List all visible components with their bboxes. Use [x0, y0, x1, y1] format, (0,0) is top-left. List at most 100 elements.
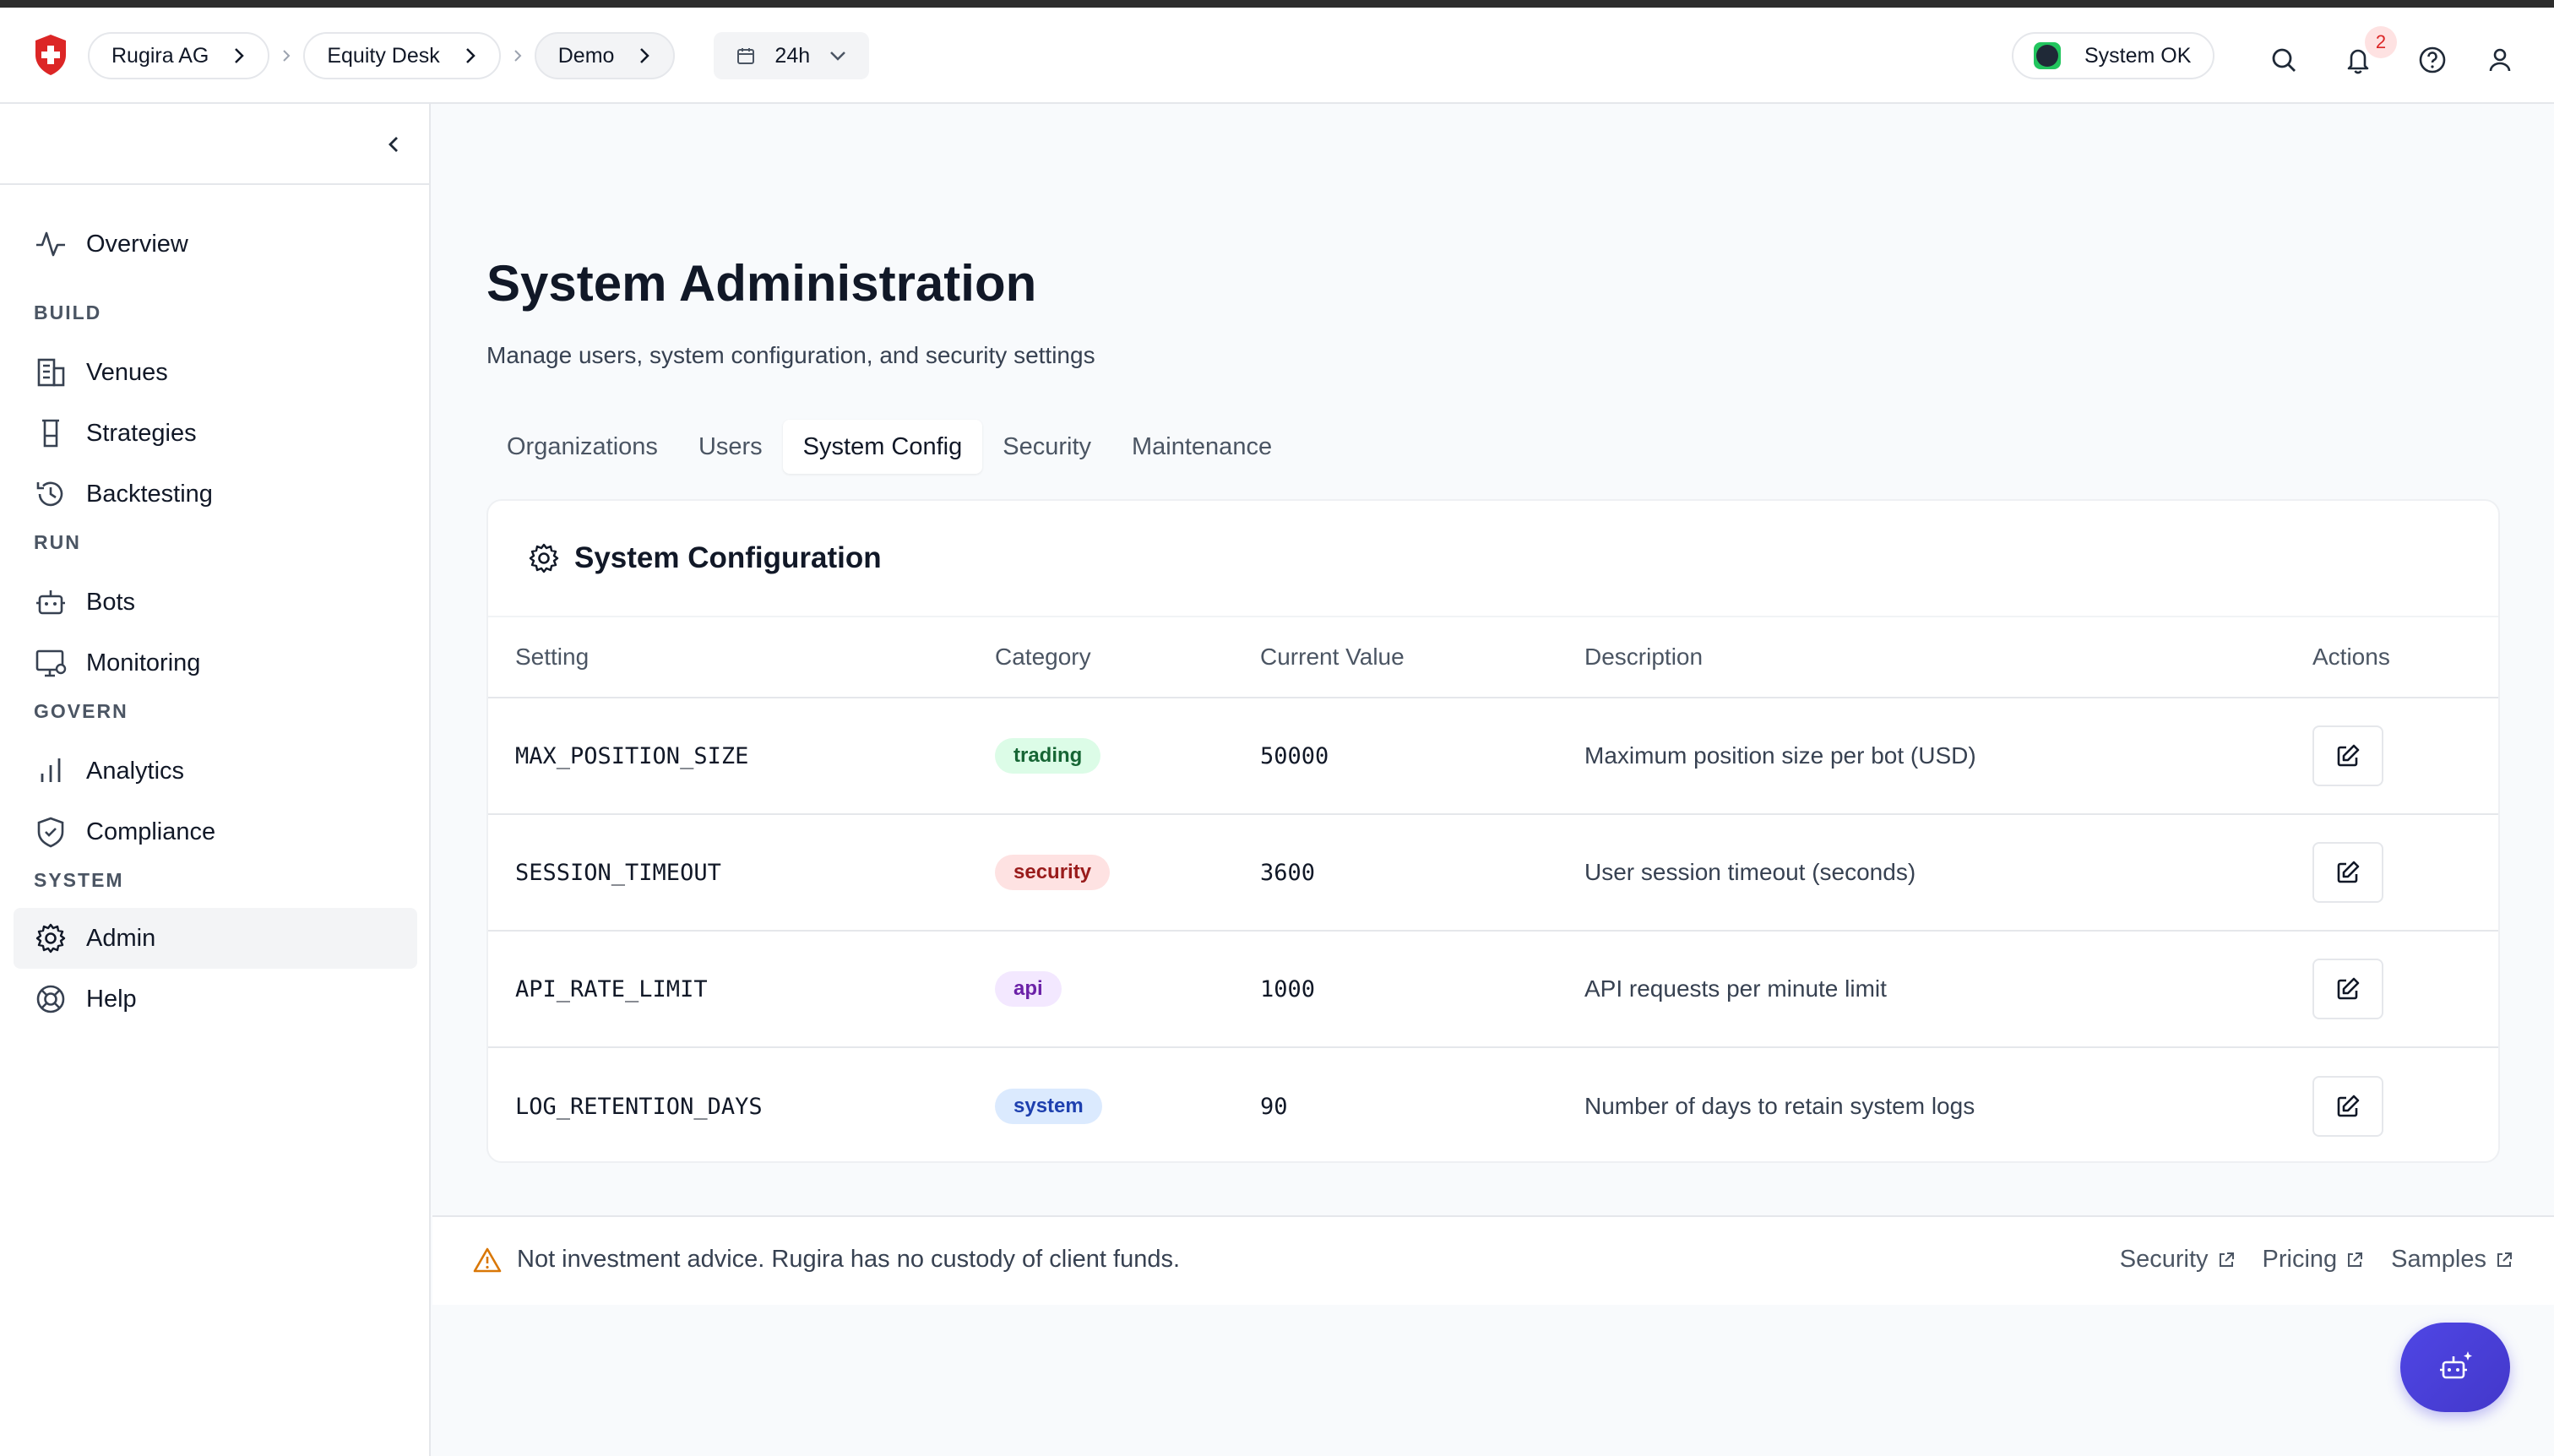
footer: Not investment advice. Rugira has no cus… — [432, 1215, 2554, 1305]
breadcrumb-env[interactable]: Demo — [534, 32, 676, 79]
edit-button[interactable] — [2312, 1076, 2383, 1137]
column-header-setting: Setting — [515, 644, 590, 670]
edit-button[interactable] — [2312, 842, 2383, 903]
tab-users[interactable]: Users — [678, 420, 783, 474]
chevron-right-icon — [465, 48, 475, 63]
tab-organizations[interactable]: Organizations — [486, 420, 678, 474]
sidebar-item-label: Compliance — [86, 818, 216, 845]
shield-check-icon — [34, 815, 68, 849]
footer-link-pricing[interactable]: Pricing — [2263, 1246, 2365, 1274]
system-status-pill[interactable]: System OK — [2012, 32, 2215, 79]
page-subtitle: Manage users, system configuration, and … — [486, 342, 1095, 368]
category-badge: trading — [995, 738, 1101, 774]
setting-key: SESSION_TIMEOUT — [515, 859, 721, 886]
table-row: SESSION_TIMEOUT security 3600 User sessi… — [488, 815, 2498, 932]
sidebar-item-bots[interactable]: Bots — [14, 572, 417, 633]
breadcrumb-env-label: Demo — [557, 43, 615, 68]
card-title: System Configuration — [574, 541, 882, 574]
breadcrumb-separator-icon — [501, 48, 535, 63]
column-header-category: Category — [995, 644, 1091, 670]
sidebar-item-compliance[interactable]: Compliance — [14, 801, 417, 862]
sidebar-item-backtesting[interactable]: Backtesting — [14, 464, 417, 524]
edit-icon — [2337, 744, 2360, 767]
sidebar-item-label: Overview — [86, 230, 188, 258]
chevron-right-icon — [640, 48, 650, 63]
bot-icon — [34, 585, 68, 619]
breadcrumb-org-label: Rugira AG — [111, 43, 209, 68]
time-range-select[interactable]: 24h — [714, 32, 870, 79]
breadcrumb-desk-label: Equity Desk — [327, 43, 440, 68]
rugira-logo[interactable] — [32, 33, 69, 77]
monitor-icon — [34, 646, 68, 680]
setting-description: User session timeout (seconds) — [1584, 859, 1916, 885]
sidebar-header — [0, 104, 429, 185]
sidebar-item-label: Monitoring — [86, 649, 201, 676]
current-value: 50000 — [1260, 742, 1329, 769]
status-indicator-icon — [2034, 42, 2061, 69]
sidebar-item-analytics[interactable]: Analytics — [14, 741, 417, 801]
user-icon[interactable] — [2485, 45, 2515, 75]
sidebar: Overview BUILD Venues Strategies Backtes… — [0, 104, 431, 1456]
current-value: 1000 — [1260, 975, 1316, 1002]
page-title: System Administration — [486, 255, 1037, 312]
warning-icon — [473, 1247, 502, 1272]
breadcrumb-separator-icon — [269, 48, 303, 63]
table-row: MAX_POSITION_SIZE trading 50000 Maximum … — [488, 698, 2498, 815]
edit-button[interactable] — [2312, 959, 2383, 1019]
breadcrumb: Rugira AG Equity Desk Demo 24h — [88, 32, 870, 79]
table-row: API_RATE_LIMIT api 1000 API requests per… — [488, 932, 2498, 1048]
external-link-icon — [2348, 1252, 2363, 1267]
tab-maintenance[interactable]: Maintenance — [1111, 420, 1292, 474]
footer-link-label: Security — [2119, 1246, 2209, 1273]
flask-icon — [34, 416, 68, 450]
tab-system-config[interactable]: System Config — [782, 420, 983, 474]
sidebar-item-label: Admin — [86, 924, 156, 952]
sidebar-item-venues[interactable]: Venues — [14, 342, 417, 403]
section-label-build: BUILD — [34, 302, 102, 323]
external-link-icon — [2497, 1252, 2512, 1267]
setting-description: API requests per minute limit — [1584, 975, 1887, 1002]
assistant-bot-button[interactable] — [2400, 1323, 2510, 1412]
footer-links: Security Pricing Samples — [2120, 1246, 2513, 1274]
activity-icon — [34, 227, 68, 261]
help-circle-icon[interactable] — [2417, 45, 2448, 75]
search-icon[interactable] — [2269, 45, 2299, 75]
lifebuoy-icon — [34, 982, 68, 1016]
edit-icon — [2337, 977, 2360, 1000]
sidebar-item-monitoring[interactable]: Monitoring — [14, 633, 417, 693]
breadcrumb-desk[interactable]: Equity Desk — [303, 32, 501, 79]
table-header: Setting Category Current Value Descripti… — [488, 617, 2498, 698]
current-value: 3600 — [1260, 859, 1316, 886]
collapse-sidebar-icon[interactable] — [378, 129, 409, 160]
category-badge: api — [995, 971, 1062, 1007]
disclaimer: Not investment advice. Rugira has no cus… — [473, 1246, 1180, 1274]
sidebar-item-admin[interactable]: Admin — [14, 908, 417, 969]
system-config-card: System Configuration Setting Category Cu… — [486, 499, 2500, 1163]
setting-description: Number of days to retain system logs — [1584, 1093, 1975, 1119]
system-status-label: System OK — [2084, 43, 2192, 68]
sidebar-item-strategies[interactable]: Strategies — [14, 403, 417, 464]
breadcrumb-org[interactable]: Rugira AG — [88, 32, 270, 79]
setting-key: MAX_POSITION_SIZE — [515, 742, 749, 769]
top-bar: Rugira AG Equity Desk Demo 24h System OK — [0, 8, 2554, 104]
chevron-down-icon — [830, 52, 846, 61]
edit-icon — [2337, 1095, 2360, 1117]
sidebar-item-overview[interactable]: Overview — [14, 214, 417, 274]
sidebar-item-label: Backtesting — [86, 480, 213, 508]
edit-button[interactable] — [2312, 725, 2383, 786]
sidebar-item-label: Analytics — [86, 757, 185, 785]
window-top-stripe — [0, 0, 2554, 8]
sidebar-item-label: Bots — [86, 588, 136, 616]
footer-link-security[interactable]: Security — [2120, 1246, 2236, 1274]
footer-link-samples[interactable]: Samples — [2391, 1246, 2513, 1274]
sidebar-item-help[interactable]: Help — [14, 969, 417, 1030]
section-label-run: RUN — [34, 531, 81, 553]
section-label-system: SYSTEM — [34, 869, 124, 891]
tab-security[interactable]: Security — [982, 420, 1111, 474]
section-label-govern: GOVERN — [34, 700, 128, 722]
notification-count-badge: 2 — [2365, 26, 2397, 58]
column-header-current-value: Current Value — [1260, 644, 1405, 670]
main-content: System Administration Manage users, syst… — [432, 104, 2554, 1456]
setting-key: API_RATE_LIMIT — [515, 975, 708, 1002]
sidebar-item-label: Venues — [86, 358, 168, 386]
